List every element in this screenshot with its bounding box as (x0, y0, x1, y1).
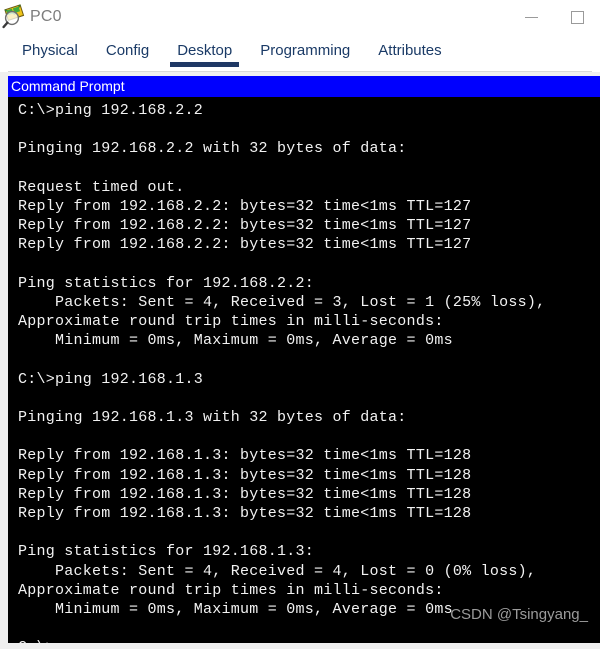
terminal-line: Request timed out. (18, 178, 185, 196)
window-title-bar: PC0 (0, 0, 600, 34)
tab-physical[interactable]: Physical (8, 34, 92, 62)
tab-programming[interactable]: Programming (246, 34, 364, 62)
maximize-button[interactable] (554, 0, 600, 34)
terminal-line: Ping statistics for 192.168.1.3: (18, 543, 315, 561)
terminal-line: Packets: Sent = 4, Received = 4, Lost = … (18, 562, 537, 580)
command-prompt-terminal[interactable]: C:\>ping 192.168.2.2 Pinging 192.168.2.2 … (8, 97, 600, 643)
terminal-line: Pinging 192.168.1.3 with 32 bytes of dat… (18, 409, 407, 426)
tab-desktop[interactable]: Desktop (163, 34, 246, 67)
terminal-line: Approximate round trip times in milli-se… (18, 581, 444, 599)
terminal-output: C:\>ping 192.168.2.2 Pinging 192.168.2.2 … (18, 101, 600, 643)
command-prompt-header: Command Prompt (8, 76, 600, 97)
device-tab-bar: Physical Config Desktop Programming Attr… (0, 34, 600, 72)
maximize-icon (570, 10, 584, 24)
terminal-line: C:\>ping 192.168.2.2 (18, 102, 204, 119)
terminal-line: Reply from 192.168.2.2: bytes=32 time<1m… (18, 236, 472, 254)
terminal-line: Reply from 192.168.1.3: bytes=32 time<1m… (18, 466, 472, 484)
terminal-line: Approximate round trip times in milli-se… (18, 313, 444, 331)
terminal-line: C:\> (18, 638, 600, 643)
terminal-line: Pinging 192.168.2.2 with 32 bytes of dat… (18, 140, 407, 158)
window-controls (508, 0, 600, 34)
terminal-line: Reply from 192.168.1.3: bytes=32 time<1m… (18, 485, 472, 503)
terminal-line: Reply from 192.168.2.2: bytes=32 time<1m… (18, 217, 472, 235)
terminal-line: Minimum = 0ms, Maximum = 0ms, Average = … (18, 332, 453, 350)
terminal-line: C:\>ping 192.168.1.3 (18, 370, 204, 388)
terminal-line: Ping statistics for 192.168.2.2: (18, 274, 315, 292)
desktop-panel: Command Prompt C:\>ping 192.168.2.2 Pingi… (0, 72, 600, 649)
terminal-line: Reply from 192.168.1.3: bytes=32 time<1m… (18, 504, 472, 522)
terminal-line: Packets: Sent = 4, Received = 3, Lost = … (18, 293, 546, 311)
tab-attributes[interactable]: Attributes (364, 34, 455, 62)
minimize-icon (524, 16, 538, 18)
terminal-line: Minimum = 0ms, Maximum = 0ms, Average = … (18, 600, 453, 618)
packet-tracer-pc-icon (2, 4, 28, 30)
tab-config[interactable]: Config (92, 34, 163, 62)
window-title: PC0 (30, 8, 62, 25)
terminal-line: Reply from 192.168.2.2: bytes=32 time<1m… (18, 197, 472, 215)
terminal-line: Reply from 192.168.1.3: bytes=32 time<1m… (18, 447, 472, 465)
minimize-button[interactable] (508, 0, 554, 34)
